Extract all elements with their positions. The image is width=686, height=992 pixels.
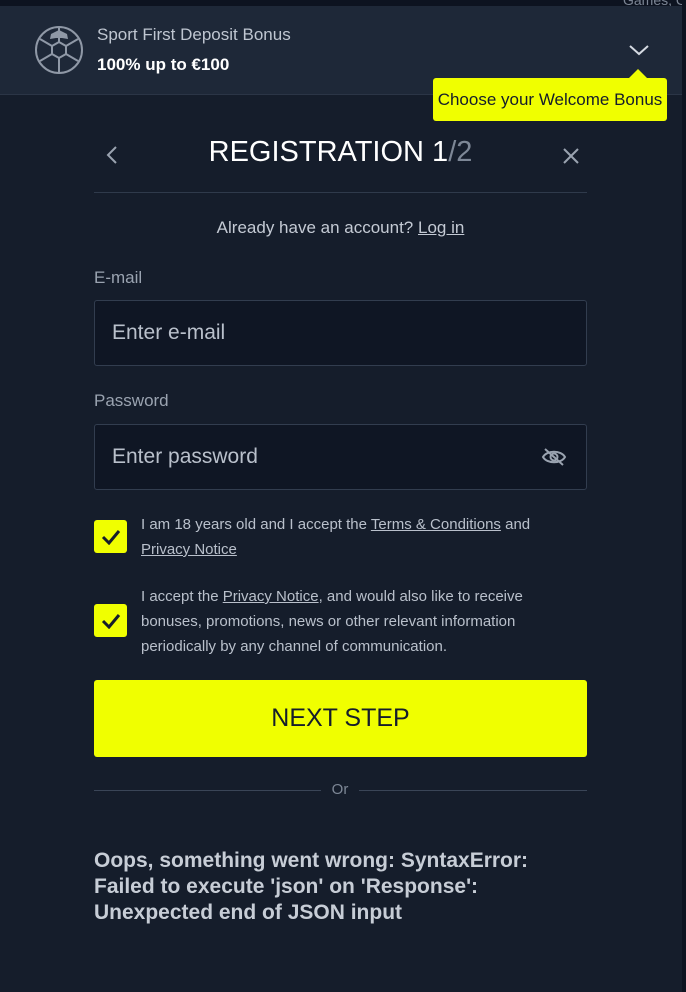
age-terms-checkbox[interactable]	[94, 520, 127, 553]
eye-off-icon[interactable]	[541, 446, 567, 468]
age-terms-text-and: and	[500, 516, 531, 533]
checkmark-icon	[101, 613, 120, 629]
close-icon[interactable]	[560, 145, 582, 167]
age-terms-text: I am 18 years old and I accept the Terms…	[141, 512, 571, 562]
password-field[interactable]	[94, 424, 587, 490]
login-prompt: Already have an account? Log in	[94, 218, 587, 238]
age-terms-text-part: I am 18 years old and I accept the	[141, 516, 371, 533]
marketing-consent-text: I accept the Privacy Notice, and would a…	[141, 584, 571, 659]
privacy-notice-link-2[interactable]: Privacy Notice	[223, 588, 319, 605]
soccer-ball-icon	[35, 26, 83, 74]
step-total: /2	[448, 136, 473, 168]
background-edge	[682, 0, 686, 992]
checkmark-icon	[101, 529, 120, 545]
welcome-bonus-tooltip: Choose your Welcome Bonus	[433, 69, 667, 121]
email-label: E-mail	[94, 268, 143, 287]
email-field[interactable]	[94, 300, 587, 366]
marketing-consent-checkbox[interactable]	[94, 604, 127, 637]
already-text: Already have an account?	[216, 218, 414, 237]
page-title: REGISTRATION 1/2	[94, 136, 587, 169]
or-divider-left	[94, 790, 321, 791]
marketing-text-part: I accept the	[141, 588, 223, 605]
title-text: REGISTRATION 1	[208, 136, 449, 168]
password-label: Password	[94, 391, 169, 410]
next-step-button[interactable]: NEXT STEP	[94, 680, 587, 757]
error-message: Oops, something went wrong: SyntaxError:…	[94, 849, 529, 924]
chevron-down-icon[interactable]	[626, 40, 652, 60]
header-divider	[94, 192, 587, 193]
login-link[interactable]: Log in	[418, 218, 464, 237]
or-text: Or	[331, 781, 349, 798]
bonus-title: Sport First Deposit Bonus	[97, 25, 291, 44]
privacy-notice-link[interactable]: Privacy Notice	[141, 541, 237, 558]
bonus-amount: 100% up to €100	[97, 55, 230, 74]
terms-link[interactable]: Terms & Conditions	[371, 516, 501, 533]
or-divider-right	[359, 790, 587, 791]
